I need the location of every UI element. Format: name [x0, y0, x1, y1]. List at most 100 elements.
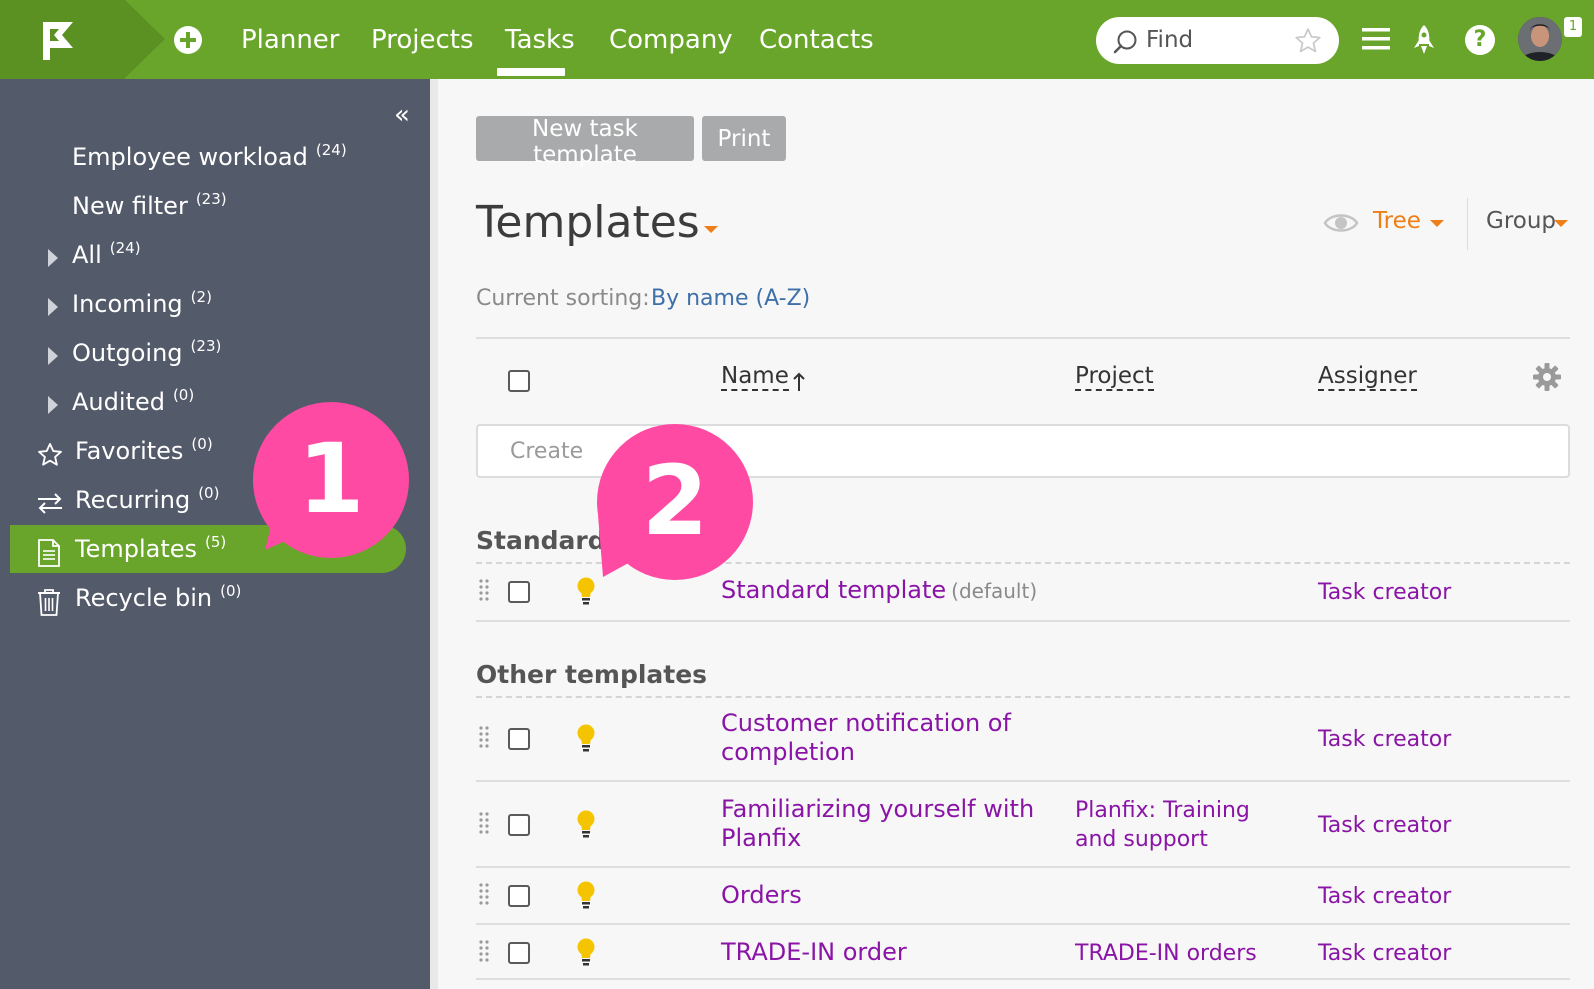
assigner-link[interactable]: Task creator	[1318, 939, 1451, 968]
project-link[interactable]: Planfix: Training and support	[1075, 796, 1250, 854]
assigner-link[interactable]: Task creator	[1318, 882, 1451, 911]
drag-handle-icon[interactable]	[479, 883, 489, 905]
search-icon	[1113, 30, 1137, 54]
sorting-value-link[interactable]: By name (A-Z)	[651, 286, 810, 311]
lightbulb-icon	[577, 577, 595, 605]
sidebar-item-label: Recurring	[75, 486, 191, 514]
sidebar-item-label: New filter	[72, 192, 188, 220]
nav-active-indicator	[497, 68, 565, 76]
expand-arrow-icon[interactable]	[48, 298, 58, 316]
view-mode-caret-icon[interactable]	[1430, 220, 1444, 227]
hamburger-icon[interactable]	[1362, 28, 1390, 50]
sort-up-icon[interactable]	[792, 372, 806, 392]
task-template-name-link[interactable]: Orders	[721, 881, 802, 910]
print-button[interactable]: Print	[702, 116, 786, 161]
sidebar-item-label: All	[72, 241, 102, 269]
sidebar-divider	[430, 79, 438, 989]
row-checkbox[interactable]	[508, 942, 530, 964]
drag-handle-icon[interactable]	[479, 940, 489, 962]
sidebar-item-new-filter[interactable]: New filter (23)	[0, 186, 410, 232]
row-checkbox[interactable]	[508, 885, 530, 907]
task-name-line: Familiarizing yourself with	[721, 795, 1035, 823]
row-divider	[476, 620, 1570, 622]
project-line: and support	[1075, 827, 1208, 852]
star-outline-icon	[38, 442, 62, 466]
search-input[interactable]	[1146, 25, 1286, 55]
task-name-line: completion	[721, 738, 855, 766]
eye-icon	[1323, 214, 1359, 232]
row-checkbox[interactable]	[508, 581, 530, 603]
row-divider	[476, 866, 1570, 868]
column-header-assigner[interactable]: Assigner	[1318, 363, 1417, 391]
help-icon[interactable]: ?	[1465, 25, 1495, 55]
rocket-icon[interactable]	[1413, 24, 1435, 56]
group-dropdown[interactable]: Group	[1486, 208, 1556, 234]
task-template-name-link[interactable]: Standard template (default)	[721, 576, 1037, 606]
column-header-name[interactable]: Name	[721, 363, 789, 391]
task-template-name-link[interactable]: Familiarizing yourself with Planfix	[721, 795, 1034, 853]
task-template-name-link[interactable]: TRADE-IN order	[721, 938, 907, 967]
nav-contacts[interactable]: Contacts	[759, 24, 874, 56]
row-checkbox[interactable]	[508, 728, 530, 750]
sidebar-item-incoming[interactable]: Incoming (2)	[0, 284, 410, 330]
drag-handle-icon[interactable]	[479, 812, 489, 834]
sidebar-item-outgoing[interactable]: Outgoing (23)	[0, 333, 410, 379]
sidebar-item-employee-workload[interactable]: Employee workload (24)	[0, 137, 410, 183]
callout-badge-2: 2	[597, 424, 753, 580]
recurring-icon	[38, 493, 62, 514]
sidebar-item-recycle-bin[interactable]: Recycle bin (0)	[0, 578, 410, 624]
sidebar-item-label: Templates	[75, 535, 198, 563]
title-dropdown-icon[interactable]	[704, 226, 718, 233]
sidebar-item-label: Employee workload	[72, 143, 308, 171]
trash-icon	[38, 589, 60, 616]
sidebar-item-count: (5)	[205, 533, 227, 551]
expand-arrow-icon[interactable]	[48, 396, 58, 414]
nav-projects[interactable]: Projects	[371, 24, 474, 56]
new-task-template-button[interactable]: New task template	[476, 116, 694, 168]
expand-arrow-icon[interactable]	[48, 347, 58, 365]
assigner-link[interactable]: Task creator	[1318, 725, 1451, 754]
sidebar-item-label: Incoming	[72, 290, 183, 318]
app-logo-icon[interactable]	[40, 20, 76, 62]
column-header-project[interactable]: Project	[1075, 363, 1154, 391]
sidebar-item-count: (24)	[109, 239, 141, 257]
lightbulb-icon	[577, 881, 595, 909]
group-caret-icon[interactable]	[1554, 220, 1568, 227]
callout-number: 1	[297, 423, 365, 535]
logo-arrow-shape	[125, 0, 165, 78]
sidebar-item-count: (0)	[191, 435, 213, 453]
row-checkbox[interactable]	[508, 814, 530, 836]
default-tag: (default)	[951, 579, 1038, 603]
top-nav-bar: Planner Projects Tasks Company Contacts …	[0, 0, 1594, 79]
nav-company[interactable]: Company	[609, 24, 733, 56]
lightbulb-icon	[577, 938, 595, 966]
callout-number: 2	[641, 445, 709, 557]
search-box[interactable]	[1096, 17, 1339, 64]
sidebar-item-count: (24)	[315, 141, 347, 159]
expand-arrow-icon[interactable]	[48, 249, 58, 267]
sidebar-item-count: (2)	[190, 288, 212, 306]
nav-planner[interactable]: Planner	[241, 24, 339, 56]
collapse-sidebar-button[interactable]: «	[394, 100, 410, 130]
row-divider	[476, 780, 1570, 782]
drag-handle-icon[interactable]	[479, 579, 489, 601]
nav-tasks[interactable]: Tasks	[505, 24, 575, 56]
project-link[interactable]: TRADE-IN orders	[1075, 939, 1257, 968]
page-title: Templates	[476, 197, 700, 248]
section-title-standard: Standard	[476, 526, 606, 555]
task-name-text: Standard template	[721, 576, 947, 604]
sidebar-item-all[interactable]: All (24)	[0, 235, 410, 281]
sorting-label: Current sorting:	[476, 286, 650, 311]
star-icon[interactable]	[1293, 26, 1323, 56]
assigner-link[interactable]: Task creator	[1318, 578, 1451, 607]
avatar[interactable]	[1518, 17, 1562, 61]
view-mode-dropdown[interactable]: Tree	[1373, 208, 1421, 234]
plus-circle-icon[interactable]	[173, 25, 203, 55]
notification-badge[interactable]: 1	[1564, 17, 1582, 37]
select-all-checkbox[interactable]	[508, 370, 530, 392]
task-template-name-link[interactable]: Customer notification of completion	[721, 709, 1011, 767]
sidebar-item-label: Recycle bin	[75, 584, 213, 612]
assigner-link[interactable]: Task creator	[1318, 811, 1451, 840]
gear-icon[interactable]	[1532, 362, 1562, 392]
drag-handle-icon[interactable]	[479, 726, 489, 748]
